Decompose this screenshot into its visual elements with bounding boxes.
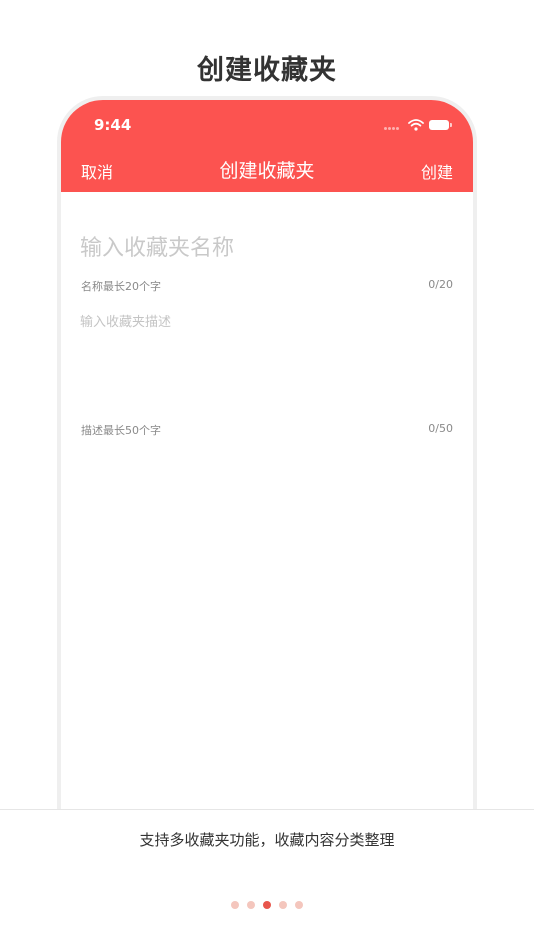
cancel-button[interactable]: 取消 — [81, 159, 113, 183]
feature-caption: 支持多收藏夹功能，收藏内容分类整理 — [139, 831, 395, 849]
bottom-panel: 支持多收藏夹功能，收藏内容分类整理 — [0, 809, 534, 950]
phone-screen: 9:44 取消 创建收藏夹 创建 名称最长20个字 0/20 描述最长50个字 … — [61, 100, 473, 856]
page-title: 创建收藏夹 — [197, 55, 337, 86]
name-hint-row: 名称最长20个字 0/20 — [81, 278, 453, 294]
pager-dot[interactable] — [247, 901, 255, 909]
folder-name-input[interactable] — [80, 230, 454, 266]
status-time: 9:44 — [94, 116, 132, 134]
pager-dot[interactable] — [279, 901, 287, 909]
description-hint-row: 描述最长50个字 0/50 — [81, 422, 453, 438]
nav-header: 9:44 取消 创建收藏夹 创建 — [61, 100, 473, 192]
name-length-hint: 名称最长20个字 — [81, 280, 161, 293]
pager-dot[interactable] — [231, 901, 239, 909]
description-char-count: 0/50 — [428, 422, 453, 435]
create-button[interactable]: 创建 — [421, 159, 453, 183]
folder-description-input[interactable] — [80, 311, 454, 401]
wifi-icon — [408, 119, 424, 131]
pager-dot[interactable] — [295, 901, 303, 909]
pager-dot-active[interactable] — [263, 901, 271, 909]
nav-title: 创建收藏夹 — [219, 160, 315, 182]
pager-dots — [0, 901, 534, 909]
status-icons — [384, 119, 454, 133]
signal-dots-icon — [384, 127, 404, 130]
battery-icon — [429, 120, 452, 130]
name-char-count: 0/20 — [428, 278, 453, 291]
description-length-hint: 描述最长50个字 — [81, 424, 161, 437]
